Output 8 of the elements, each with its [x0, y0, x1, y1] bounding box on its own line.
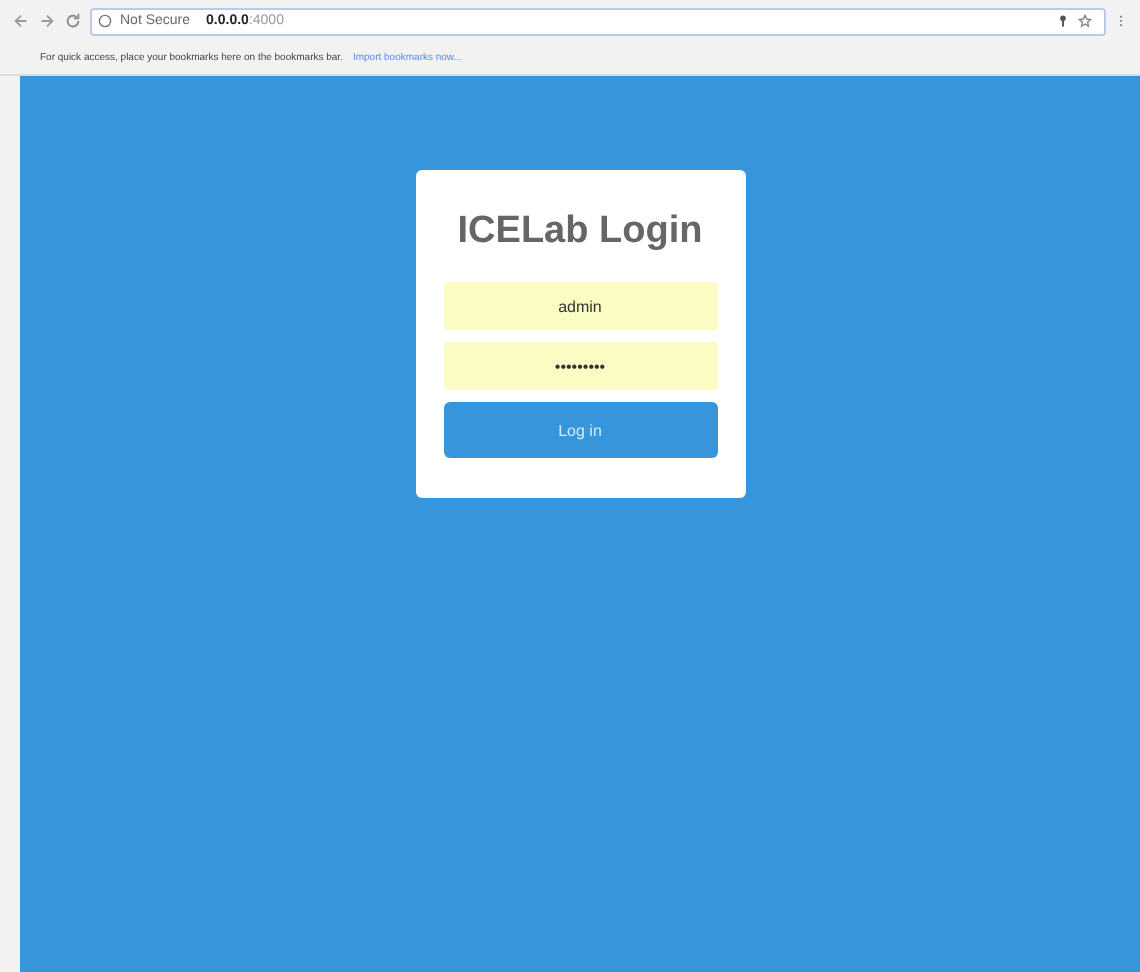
forward-icon[interactable] [38, 12, 56, 30]
username-field[interactable]: admin [443, 282, 717, 330]
star-icon[interactable] [1078, 14, 1092, 28]
back-icon[interactable] [12, 12, 30, 30]
password-field[interactable]: ••••••••• [443, 342, 717, 390]
key-icon[interactable] [1056, 14, 1070, 28]
login-title: ICELab Login [455, 210, 705, 254]
reload-icon[interactable] [64, 12, 82, 30]
